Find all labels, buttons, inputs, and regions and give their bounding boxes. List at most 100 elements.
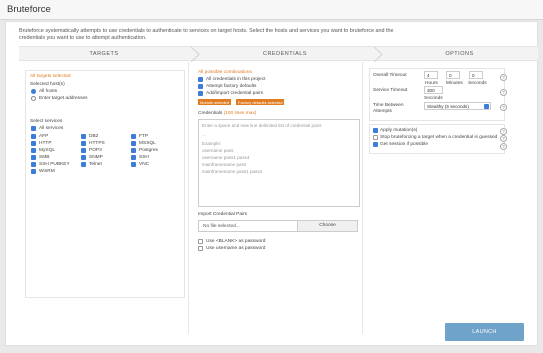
time-between-select[interactable]: Stealthy (5 seconds) <box>424 102 491 110</box>
help-icon[interactable]: ? <box>500 128 507 135</box>
service-checkbox[interactable] <box>31 134 36 139</box>
step-bar: TARGETS CREDENTIALS OPTIONS <box>19 46 538 62</box>
credentials-pairs-label: Credentials (100 lines max) <box>198 111 256 116</box>
service-checkbox[interactable] <box>81 162 86 167</box>
bruteforce-panel: Bruteforce systematically attempts to us… <box>5 21 538 346</box>
service-checkbox[interactable] <box>131 155 136 160</box>
step-options[interactable]: OPTIONS <box>381 51 538 57</box>
minutes-label: Minutes <box>446 81 463 86</box>
service-checkbox[interactable] <box>31 141 36 146</box>
service-checkbox[interactable] <box>81 134 86 139</box>
service-checkbox[interactable] <box>31 162 36 167</box>
service-label: FTP <box>139 134 149 139</box>
get-session-label: Get session if possible <box>380 142 428 147</box>
service-label: SNMP <box>89 155 103 160</box>
service-label: AFP <box>39 134 49 139</box>
use-blank-label: Use <BLANK> as password <box>206 239 266 244</box>
seconds-label: Seconds <box>468 81 487 86</box>
service-label: SSH PUBKEY <box>39 162 70 167</box>
service-label: SSH <box>139 155 149 160</box>
factory-defaults-tag: Factory defaults selected <box>236 99 285 105</box>
module-selected-tag: Module selected <box>198 99 232 105</box>
cred-option-checkbox[interactable] <box>198 77 203 82</box>
choose-file-button[interactable]: Choose <box>297 221 357 231</box>
cred-option-label: Attempt factory defaults <box>206 84 257 89</box>
hours-input[interactable]: 4 <box>424 71 438 79</box>
help-icon[interactable]: ? <box>500 104 507 111</box>
service-timeout-label: Service Timeout <box>373 88 408 93</box>
pairs-count: (100 lines max) <box>223 111 257 116</box>
step-credentials[interactable]: CREDENTIALS <box>199 51 371 57</box>
import-label: Import Credential Pairs <box>198 212 248 217</box>
chevron-down-icon <box>484 104 489 109</box>
cred-option-label: All credentials in this project <box>206 77 266 82</box>
cred-option-checkbox[interactable] <box>198 84 203 89</box>
file-placeholder: No file selected... <box>203 224 240 229</box>
service-label: Telnet <box>89 162 102 167</box>
file-picker: No file selected... Choose <box>198 220 358 232</box>
time-between-label: Time Between <box>373 103 404 108</box>
page-title: Bruteforce <box>7 4 51 15</box>
apply-mutation-label: Apply mutation(s) <box>380 128 418 133</box>
services-label: Select services <box>30 119 63 124</box>
service-checkbox[interactable] <box>131 141 136 146</box>
service-label: HTTPS <box>89 141 105 146</box>
service-label: DB2 <box>89 134 99 139</box>
credentials-column: All possible combinations All credential… <box>190 62 363 334</box>
stop-bruteforce-checkbox[interactable] <box>373 135 378 140</box>
service-label: MSSQL <box>139 141 156 146</box>
textarea-line: ... <box>202 132 206 137</box>
service-checkbox[interactable] <box>31 169 36 174</box>
help-icon[interactable]: ? <box>500 89 507 96</box>
credential-pairs-textarea[interactable]: Enter a space and new line delimited lis… <box>198 119 360 207</box>
all-services-checkbox[interactable] <box>31 126 36 131</box>
use-username-checkbox[interactable] <box>198 246 203 251</box>
service-checkbox[interactable] <box>131 134 136 139</box>
get-session-checkbox[interactable] <box>373 142 378 147</box>
service-label: VNC <box>139 162 150 167</box>
service-label: POP3 <box>89 148 102 153</box>
service-checkbox[interactable] <box>81 148 86 153</box>
use-blank-checkbox[interactable] <box>198 239 203 244</box>
enter-target-label: Enter target addresses <box>39 96 88 101</box>
attempts-label: Attempts <box>373 109 392 114</box>
service-label: HTTP <box>39 141 52 146</box>
time-between-value: Stealthy (5 seconds) <box>427 104 469 109</box>
launch-button[interactable]: LAUNCH <box>445 323 524 341</box>
cred-option-label: Add/import credential pairs <box>206 91 264 96</box>
service-checkbox[interactable] <box>81 155 86 160</box>
all-services-label: All services <box>39 126 64 131</box>
options-column: Overall Timeout 4 0 0 ? Hours Minutes Se… <box>364 62 538 334</box>
service-checkbox[interactable] <box>31 155 36 160</box>
help-icon[interactable]: ? <box>500 143 507 150</box>
service-timeout-unit: Seconds <box>424 96 443 101</box>
service-checkbox[interactable] <box>81 141 86 146</box>
enter-target-radio[interactable] <box>31 96 36 101</box>
minutes-input[interactable]: 0 <box>446 71 460 79</box>
service-checkbox[interactable] <box>131 148 136 153</box>
stop-bruteforce-label: Stop bruteforcing a target when a creden… <box>380 135 498 140</box>
textarea-line: Example: <box>202 141 222 146</box>
service-checkbox[interactable] <box>31 148 36 153</box>
cred-option-checkbox[interactable] <box>198 91 203 96</box>
textarea-line: mainframename pass <box>202 162 247 167</box>
help-icon[interactable]: ? <box>500 74 507 81</box>
targets-heading: All targets selected <box>30 74 71 79</box>
service-label: WinRM <box>39 169 55 174</box>
seconds-input[interactable]: 0 <box>469 71 483 79</box>
service-label: SMB <box>39 155 50 160</box>
pairs-label-text: Credentials <box>198 111 223 116</box>
all-hosts-radio[interactable] <box>31 89 36 94</box>
service-checkbox[interactable] <box>131 162 136 167</box>
title-bar: Bruteforce <box>0 0 543 20</box>
service-timeout-input[interactable]: 300 <box>424 86 443 94</box>
all-hosts-label: All hosts <box>39 89 58 94</box>
textarea-line: username pass <box>202 148 234 153</box>
help-icon[interactable]: ? <box>500 135 507 142</box>
targets-column: All targets selected Selected host(s) Al… <box>19 62 189 334</box>
step-targets[interactable]: TARGETS <box>19 51 189 57</box>
apply-mutation-checkbox[interactable] <box>373 128 378 133</box>
overall-timeout-label: Overall Timeout <box>373 73 407 78</box>
credentials-heading: All possible combinations <box>198 70 252 75</box>
use-username-label: Use username as password <box>206 246 266 251</box>
